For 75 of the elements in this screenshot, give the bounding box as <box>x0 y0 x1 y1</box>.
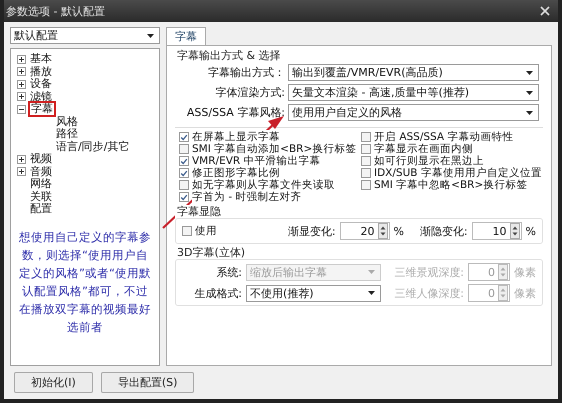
expander-icon[interactable] <box>17 80 26 89</box>
dropdown[interactable]: 不使用(推荐) <box>246 284 381 302</box>
group-title: 3D字幕(立体) <box>175 246 246 259</box>
field-label: ASS/SSA 字幕风格: <box>186 105 285 120</box>
window-title: 参数选项 - 默认配置 <box>6 4 105 18</box>
checkbox[interactable] <box>179 156 189 166</box>
tree-item[interactable]: 视频 <box>28 152 54 166</box>
checkbox-label: VMR/EVR 中平滑输出字幕 <box>192 154 321 168</box>
tree-item[interactable]: 滤镜 <box>28 90 54 104</box>
tab[interactable]: 字幕 <box>166 27 206 45</box>
checkbox[interactable] <box>361 156 371 166</box>
close-icon[interactable] <box>540 6 550 16</box>
field-label: 渐显变化: <box>288 224 336 238</box>
unit-label: 像素 <box>514 264 536 280</box>
unit-label: 像素 <box>514 286 536 300</box>
checkbox-label: SMI 字幕中忽略<BR>换行标签 <box>374 178 528 192</box>
checkbox[interactable] <box>361 180 371 190</box>
checkbox[interactable] <box>361 132 371 142</box>
tree-item[interactable]: 路径 <box>54 127 80 142</box>
checkbox[interactable] <box>182 226 192 236</box>
expander-icon[interactable] <box>17 167 26 176</box>
checkbox[interactable] <box>179 192 189 202</box>
checkbox-label: 开启 ASS/SSA 字幕动画特性 <box>374 130 514 144</box>
checkbox[interactable] <box>361 144 371 154</box>
tree-item[interactable]: 风格 <box>54 114 80 129</box>
caret-icon <box>526 70 533 74</box>
checkbox[interactable] <box>179 180 189 190</box>
checkbox-label: 使用 <box>195 224 217 238</box>
tree-item[interactable]: 音频 <box>28 164 54 179</box>
spinner-arrows-icon[interactable] <box>510 223 520 239</box>
unit-label: % <box>394 224 404 238</box>
tree-item[interactable]: 字幕 <box>28 101 56 118</box>
tree-item[interactable]: 配置 <box>28 202 54 216</box>
caret-icon <box>526 90 533 94</box>
profile-select[interactable]: 默认配置 <box>10 27 160 44</box>
group-title: 字幕显隐 <box>175 205 221 218</box>
expander-icon[interactable] <box>17 54 26 64</box>
caret-icon <box>368 291 375 295</box>
number-field[interactable]: 20 <box>340 222 390 240</box>
tree-item[interactable]: 播放 <box>28 64 54 79</box>
number-field[interactable]: 10 <box>472 222 522 240</box>
checkbox-label: 如无字幕则从字幕文件夹读取 <box>192 178 335 192</box>
expander-icon[interactable] <box>17 67 26 76</box>
field-label: 生成格式: <box>193 286 242 300</box>
field-label: 渐隐变化: <box>420 224 468 238</box>
tree-item[interactable]: 基本 <box>28 52 54 66</box>
expander-icon[interactable] <box>17 92 26 102</box>
checkbox[interactable] <box>179 132 189 142</box>
dropdown[interactable]: 输出到覆盖/VMR/EVR(高品质) <box>288 64 539 81</box>
checkbox[interactable] <box>179 144 189 154</box>
help-note: 想使用自己定义的字幕参数，则选择“使用用户自定义的风格”或者“使用默认配置风格”都可，不过在播放双字幕的视频最好选前者 <box>18 228 152 336</box>
unit-label: % <box>526 224 536 238</box>
field-label: 系统: <box>215 264 242 280</box>
checkbox[interactable] <box>179 168 189 178</box>
spinner-arrows-icon[interactable] <box>378 223 388 239</box>
field-label: 字体渲染方式: <box>214 85 285 100</box>
checkbox-label: 字首为 - 时强制左对齐 <box>192 190 302 204</box>
dialog-button[interactable]: 初始化(I) <box>14 372 93 393</box>
caret-icon <box>526 110 533 114</box>
caret-icon <box>147 34 154 38</box>
dialog-button[interactable]: 导出配置(S) <box>100 372 194 393</box>
expander-icon[interactable] <box>17 154 26 164</box>
tree-item[interactable]: 设备 <box>28 77 54 92</box>
field-label: 字幕输出方式： <box>207 65 285 80</box>
tree-item[interactable]: 网络 <box>28 177 54 192</box>
expander-icon[interactable] <box>17 104 26 114</box>
checkbox[interactable] <box>361 168 371 178</box>
dropdown[interactable]: 矢量文本渲染 - 高速,质量中等(推荐) <box>288 84 539 101</box>
tree-item[interactable]: 关联 <box>28 190 54 204</box>
field-label: 三维人像深度: <box>393 286 464 300</box>
field-label: 三维景观深度: <box>393 264 464 280</box>
tree-item[interactable]: 语言/同步/其它 <box>54 140 132 154</box>
group-title: 字幕输出方式 & 选择 <box>175 49 281 62</box>
dropdown[interactable]: 使用用户自定义的风格 <box>288 104 539 121</box>
caret-icon <box>368 270 375 274</box>
